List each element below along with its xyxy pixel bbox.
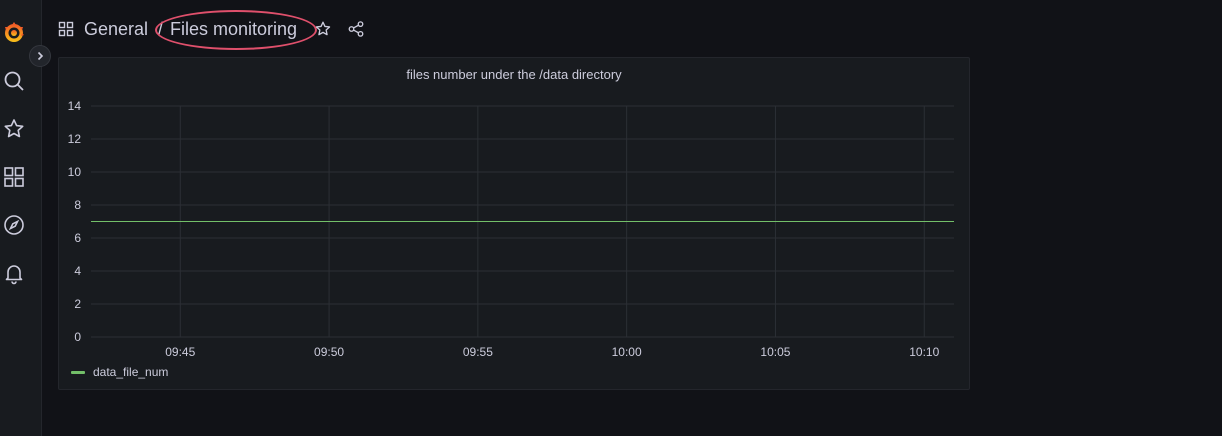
x-tick-label: 09:45 (165, 345, 195, 358)
line-chart[interactable]: 0 2 4 6 8 10 12 14 09:45 09:50 09:55 10:00 10:05 10:1… (59, 58, 969, 358)
legend-item-data-file-num[interactable]: data_file_num (93, 365, 168, 379)
y-tick-label: 12 (68, 132, 82, 146)
timeseries-panel[interactable]: files number under the /data directory 0… (58, 57, 970, 390)
legend-color-swatch (71, 370, 85, 374)
x-tick-label: 10:05 (760, 345, 790, 358)
search-icon[interactable] (2, 69, 26, 93)
dashboards-icon[interactable] (2, 165, 26, 189)
mark-favorite-button[interactable] (314, 20, 332, 38)
breadcrumb-folder-link[interactable]: General (84, 19, 148, 40)
star-icon[interactable] (2, 117, 26, 141)
chevron-right-icon (37, 51, 44, 61)
y-tick-label: 2 (74, 297, 81, 311)
grafana-logo-icon[interactable] (2, 21, 26, 45)
x-tick-label: 09:50 (314, 345, 344, 358)
x-tick-label: 10:00 (612, 345, 642, 358)
y-tick-label: 10 (68, 165, 82, 179)
expand-menu-button[interactable] (29, 45, 51, 67)
y-tick-label: 4 (74, 264, 81, 278)
x-tick-label: 09:55 (463, 345, 493, 358)
explore-compass-icon[interactable] (2, 213, 26, 237)
share-icon (348, 21, 364, 37)
chart-legend: data_file_num (71, 365, 168, 379)
y-tick-label: 8 (74, 198, 81, 212)
star-outline-icon (315, 21, 331, 36)
title-highlight-annotation (155, 10, 317, 50)
y-tick-label: 6 (74, 231, 81, 245)
share-dashboard-button[interactable] (347, 20, 365, 38)
alerting-bell-icon[interactable] (2, 261, 26, 285)
y-tick-label: 0 (74, 330, 81, 344)
x-tick-label: 10:10 (909, 345, 939, 358)
y-tick-label: 14 (68, 99, 82, 113)
dashboards-grid-icon (58, 21, 74, 37)
